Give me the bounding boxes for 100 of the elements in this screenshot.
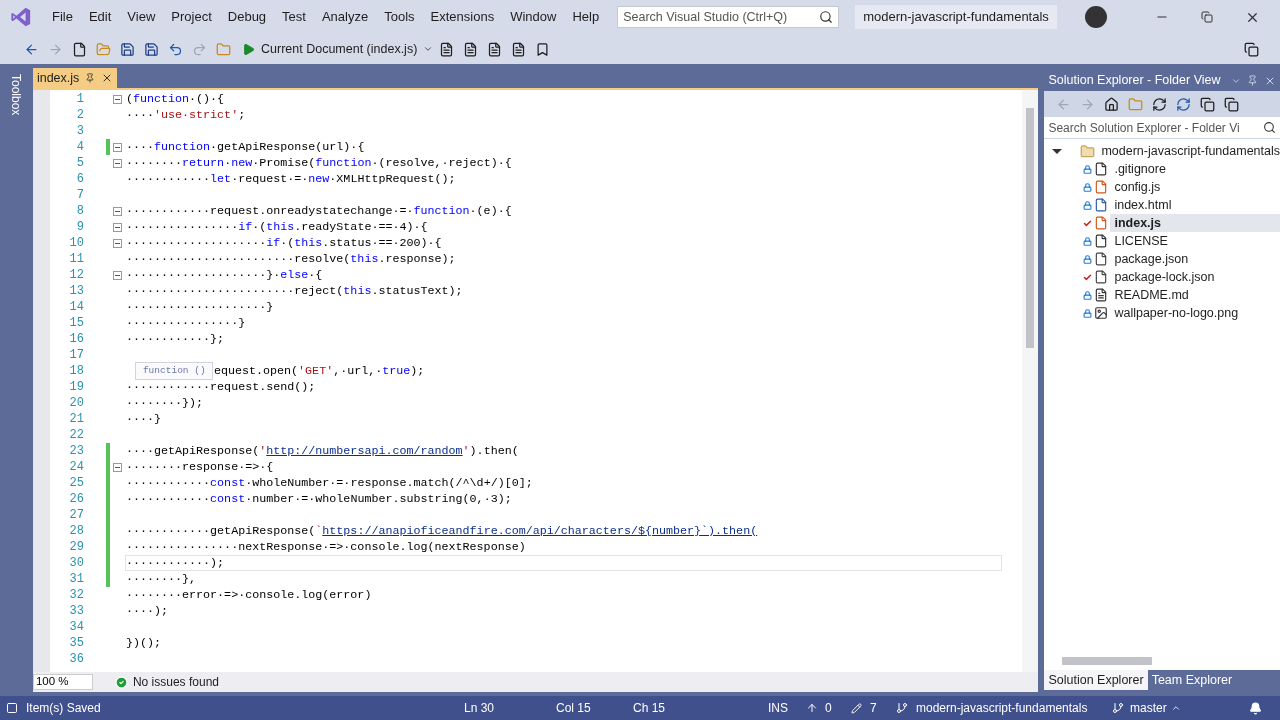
- line-number: 10: [68, 235, 84, 252]
- expand-arrow-icon[interactable]: [1052, 148, 1063, 154]
- restore-icon[interactable]: [1201, 11, 1213, 23]
- tree-item[interactable]: package-lock.json: [1110, 268, 1280, 286]
- line-number: 18: [68, 363, 84, 380]
- collapse-icon[interactable]: [112, 462, 122, 472]
- code-line: ················}: [124, 315, 247, 331]
- save-icon[interactable]: [119, 41, 135, 57]
- line-number: 14: [68, 299, 84, 316]
- tree-item[interactable]: wallpaper-no-logo.png: [1110, 304, 1280, 322]
- line-number: 13: [68, 283, 84, 300]
- collapse-icon[interactable]: [112, 94, 122, 104]
- menu-item[interactable]: View: [119, 7, 164, 27]
- code-line: ········error·=>·console.log(error): [124, 587, 373, 603]
- search-icon: [819, 10, 834, 24]
- line-number: 35: [68, 635, 84, 652]
- search-field[interactable]: Search Solution Explorer - Folder Vi: [1044, 117, 1280, 139]
- web-file-icon: [1094, 198, 1109, 212]
- menu-item[interactable]: Help: [564, 7, 608, 27]
- line-number: 31: [68, 571, 84, 588]
- menu-item[interactable]: Project: [163, 7, 220, 27]
- push-icon[interactable]: [806, 702, 818, 714]
- collapse-icon[interactable]: [112, 142, 122, 152]
- line-number: 28: [68, 523, 84, 540]
- line-number: 27: [68, 507, 84, 524]
- menu-item[interactable]: Tools: [376, 7, 423, 27]
- panel-tab[interactable]: Solution Explorer: [1044, 670, 1148, 690]
- code-line: ························resolve(this.response);: [124, 251, 457, 267]
- menu-item[interactable]: Extensions: [422, 7, 503, 27]
- code-line: ················if·(this.readyState·==·4)·{: [124, 219, 429, 235]
- menu-item[interactable]: Test: [274, 7, 314, 27]
- scrollbar-thumb[interactable]: [1026, 108, 1035, 348]
- scrollbar-thumb[interactable]: [1062, 657, 1153, 665]
- code-line: ········response·=>·{: [124, 459, 275, 475]
- tree-item[interactable]: index.html: [1110, 196, 1280, 214]
- code-line: ····);: [124, 603, 169, 619]
- menu-item[interactable]: Window: [502, 7, 565, 27]
- line-number: 22: [68, 427, 84, 444]
- code-line: ····'use·strict';: [124, 107, 247, 123]
- home-icon[interactable]: [1103, 96, 1119, 112]
- save-all-icon[interactable]: [143, 41, 159, 57]
- line-position: Ln 30: [464, 700, 496, 717]
- menu-item[interactable]: Analyze: [313, 7, 377, 27]
- line-number: 25: [68, 475, 84, 492]
- back-icon[interactable]: [23, 41, 39, 57]
- status-message: Item(s) Saved: [26, 700, 102, 717]
- code-line: ········});: [124, 395, 205, 411]
- solution-name: modern-javascript-fundamentals: [855, 5, 1057, 29]
- branch-name[interactable]: master: [1130, 699, 1167, 717]
- collapse-icon[interactable]: [112, 238, 122, 248]
- pin-icon[interactable]: [85, 73, 96, 83]
- repository-name[interactable]: modern-javascript-fundamentals: [916, 699, 1112, 717]
- toolbox-tab[interactable]: Toolbox: [5, 74, 28, 116]
- pin-icon[interactable]: [1247, 75, 1258, 86]
- line-number: 21: [68, 411, 84, 428]
- collapse-icon[interactable]: [112, 206, 122, 216]
- tree-item[interactable]: .gitignore: [1110, 160, 1280, 178]
- script-file-icon: [1094, 216, 1109, 230]
- push-count[interactable]: 0: [825, 699, 851, 717]
- tree-item[interactable]: package.json: [1110, 250, 1280, 268]
- line-number: 12: [68, 267, 84, 284]
- menu-item[interactable]: Debug: [219, 7, 275, 27]
- tree-item[interactable]: README.md: [1110, 286, 1280, 304]
- tree-item[interactable]: modern-javascript-fundamentals: [1101, 141, 1280, 161]
- tree-item[interactable]: config.js: [1110, 178, 1280, 196]
- text-file-icon: [1094, 288, 1109, 302]
- caret-icon[interactable]: [1170, 703, 1181, 713]
- collapse-icon[interactable]: [112, 222, 122, 232]
- avatar-icon[interactable]: [1085, 6, 1107, 28]
- run-button[interactable]: Current Document (index.js): [257, 38, 422, 60]
- issues-status: No issues found: [132, 674, 219, 691]
- pencil-icon[interactable]: [851, 702, 862, 714]
- change-count[interactable]: 7: [870, 699, 896, 717]
- play-icon[interactable]: [242, 42, 255, 56]
- refresh-icon[interactable]: [1175, 96, 1191, 112]
- search-field[interactable]: Search Visual Studio (Ctrl+Q): [617, 6, 840, 28]
- repository-icon[interactable]: [896, 702, 908, 714]
- copy-icon[interactable]: [1223, 96, 1239, 112]
- undo-icon[interactable]: [167, 41, 183, 57]
- document-tab[interactable]: index.js: [32, 68, 118, 88]
- notification-icon[interactable]: [1249, 701, 1262, 715]
- line-number: 8: [75, 203, 84, 220]
- collapse-icon[interactable]: [112, 158, 122, 168]
- script-file-icon: [1094, 180, 1109, 194]
- code-line: (function·()·{: [124, 91, 226, 107]
- code-line: ····function·getApiResponse(url)·{: [124, 139, 366, 155]
- menu-item[interactable]: File: [44, 7, 81, 27]
- new-file-icon[interactable]: [71, 41, 87, 57]
- code-line: ········},: [124, 571, 198, 587]
- caret-icon[interactable]: [423, 44, 434, 54]
- zoom-dropdown[interactable]: 100 %: [32, 674, 93, 690]
- menu-item[interactable]: Edit: [80, 7, 120, 27]
- tree-item[interactable]: index.js: [1110, 214, 1280, 232]
- bookmark-icon[interactable]: [534, 41, 550, 57]
- branch-icon[interactable]: [1112, 702, 1124, 714]
- collapse-icon[interactable]: [112, 270, 122, 280]
- line-number: 15: [68, 315, 84, 332]
- status-icon: [6, 702, 18, 714]
- code-line: ············let·request·=·new·XMLHttpRequest();: [124, 171, 457, 187]
- tree-item[interactable]: LICENSE: [1110, 232, 1280, 250]
